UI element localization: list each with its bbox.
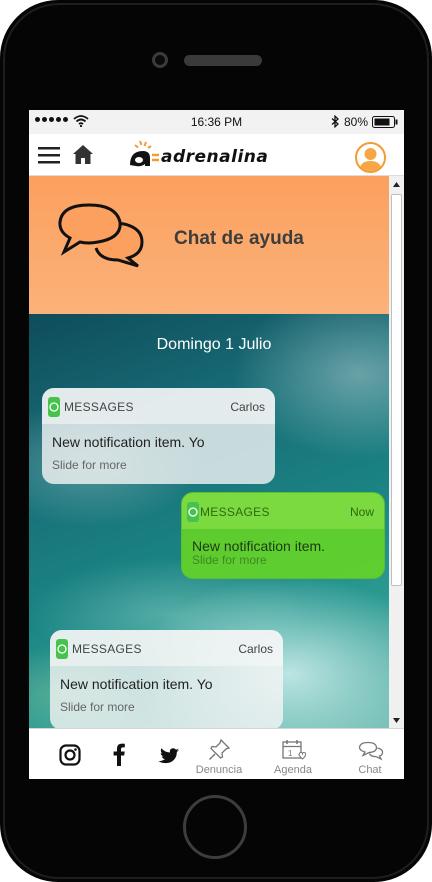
chat-bubbles-icon (58, 203, 144, 268)
home-icon[interactable] (72, 144, 94, 165)
chat-icon (358, 741, 384, 761)
whatsapp-icon (187, 502, 199, 522)
message-sender: Carlos (230, 400, 265, 414)
facebook-icon[interactable] (113, 743, 125, 766)
message-header: MESSAGES Carlos (50, 630, 283, 666)
screen: 16:36 PM 80% adrenalina Chat de ayuda Do… (29, 110, 404, 779)
twitter-icon[interactable] (156, 745, 180, 765)
home-hardware-button[interactable] (183, 795, 247, 859)
phone-frame: 16:36 PM 80% adrenalina Chat de ayuda Do… (0, 0, 432, 882)
instagram-icon[interactable] (59, 744, 81, 766)
chat-message[interactable]: MESSAGES Carlos New notification item. Y… (42, 388, 275, 484)
earpiece-speaker (184, 55, 262, 66)
front-camera (152, 52, 168, 68)
whatsapp-icon (48, 397, 60, 417)
message-slide-hint: Slide for more (60, 700, 135, 714)
status-bar: 16:36 PM 80% (29, 110, 404, 134)
nav-agenda-label: Agenda (274, 764, 312, 776)
message-slide-hint: Slide for more (52, 458, 127, 472)
battery-percent: 80% (344, 115, 369, 129)
message-header: MESSAGES Now (182, 493, 384, 529)
message-app-label: MESSAGES (200, 505, 270, 519)
avatar[interactable] (355, 142, 386, 173)
battery-icon (372, 116, 398, 128)
help-chat-banner: Chat de ayuda (29, 176, 389, 314)
scrollbar-thumb[interactable] (391, 194, 402, 586)
message-sender: Carlos (238, 642, 273, 656)
bottom-nav-bar: Denuncia 1 Agenda Chat (29, 728, 404, 779)
pin-icon (208, 739, 230, 761)
scrollbar[interactable] (389, 176, 404, 728)
chat-message[interactable]: MESSAGES Carlos New notification item. Y… (50, 630, 283, 728)
whatsapp-icon (56, 639, 68, 659)
message-body: New notification item. Yo (60, 676, 213, 692)
message-body: New notification item. (192, 538, 326, 554)
chat-date-label: Domingo 1 Julio (156, 336, 272, 353)
svg-text:1: 1 (288, 749, 293, 758)
nav-denuncia[interactable]: Denuncia (184, 729, 254, 779)
app-header: adrenalina (29, 134, 404, 176)
nav-agenda[interactable]: 1 Agenda (258, 729, 328, 779)
calendar-icon: 1 (282, 740, 306, 760)
scroll-up-arrow-icon[interactable] (393, 182, 400, 187)
avatar-icon (359, 148, 382, 171)
nav-chat[interactable]: Chat (335, 729, 404, 779)
message-app-label: MESSAGES (72, 642, 142, 656)
page-title: Chat de ayuda (174, 228, 304, 249)
chat-message-sent[interactable]: MESSAGES Now New notification item. Slid… (181, 492, 385, 579)
brand-logo: adrenalina (126, 140, 271, 172)
nav-denuncia-label: Denuncia (195, 764, 243, 776)
logo-wordmark: adrenalina (161, 147, 269, 167)
message-header: MESSAGES Carlos (42, 388, 275, 424)
menu-icon[interactable] (38, 147, 60, 164)
chat-area[interactable]: Domingo 1 Julio MESSAGES Carlos New noti… (29, 314, 389, 728)
message-slide-hint: Slide for more (192, 553, 267, 567)
bluetooth-icon (331, 115, 339, 128)
nav-chat-label: Chat (358, 764, 382, 776)
scroll-down-arrow-icon[interactable] (393, 718, 400, 723)
message-body: New notification item. Yo (52, 434, 205, 450)
message-sender: Now (349, 505, 374, 519)
logo-mark-icon (130, 140, 159, 167)
message-app-label: MESSAGES (64, 400, 134, 414)
